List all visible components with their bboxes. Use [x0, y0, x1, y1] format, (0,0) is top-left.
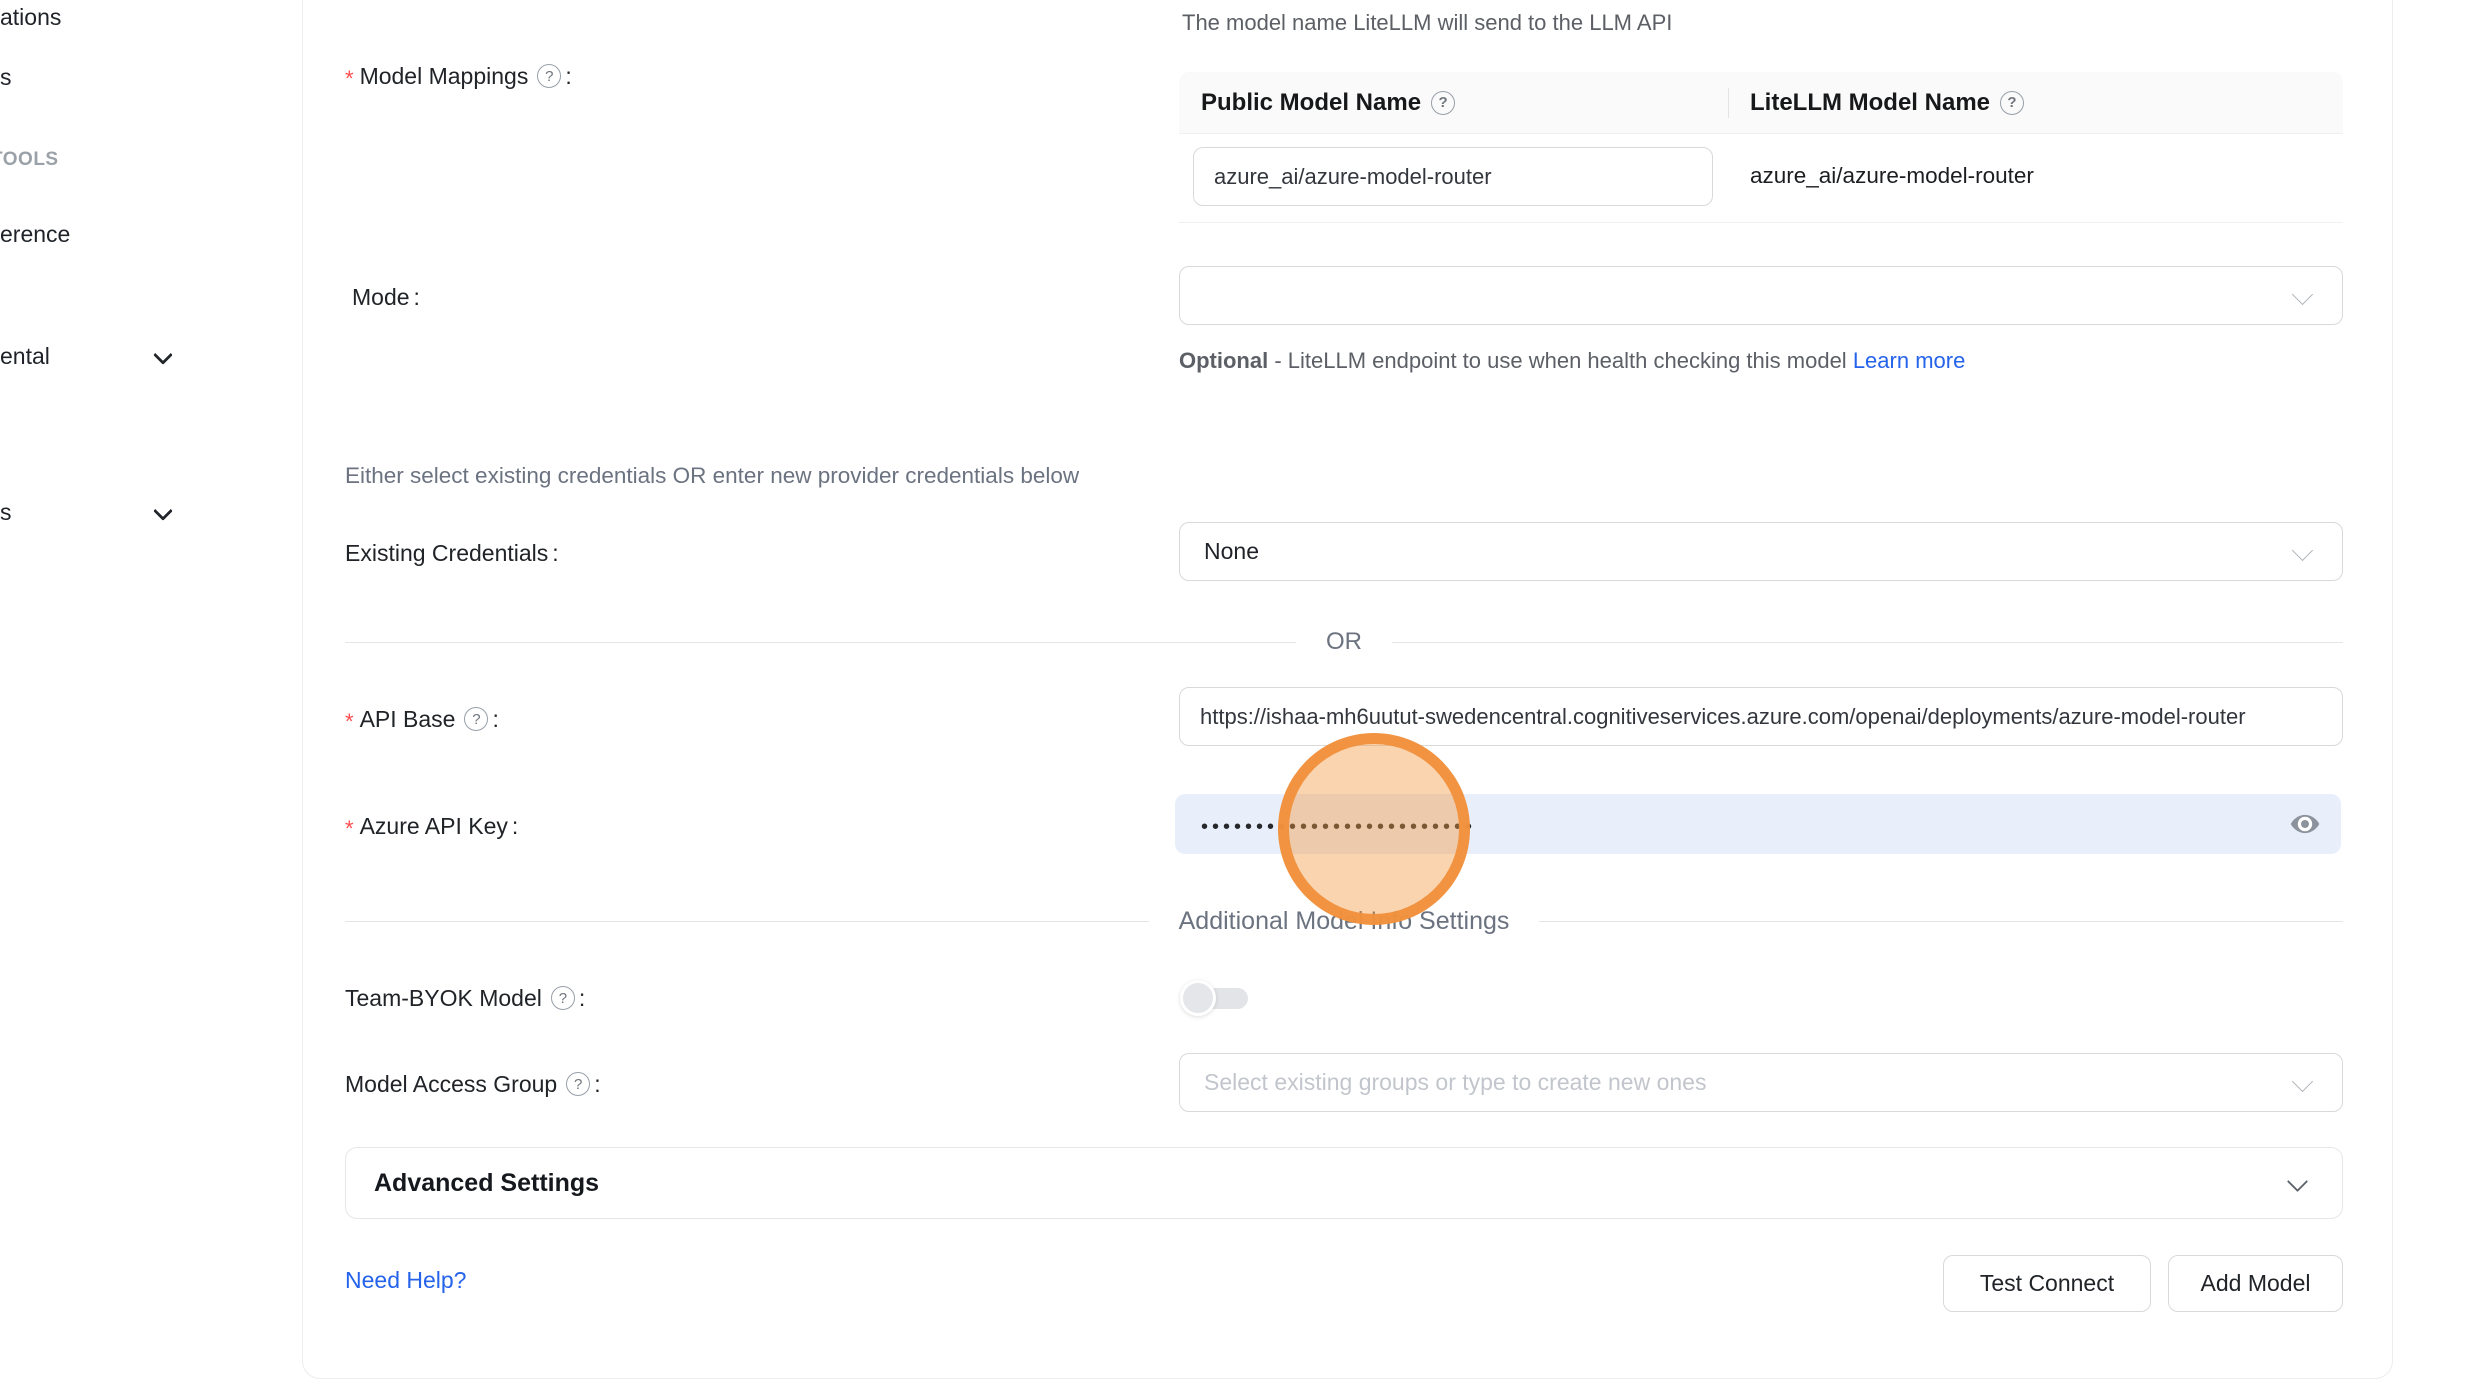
model-mappings-label: * Model Mappings ? : — [345, 60, 572, 92]
chevron-down-icon[interactable] — [155, 348, 171, 364]
mode-label: Mode : — [352, 281, 420, 313]
test-connect-button[interactable]: Test Connect — [1943, 1255, 2151, 1312]
azure-api-key-input[interactable]: ••••••••••••••••••••••••• — [1175, 794, 2341, 854]
azure-api-key-label: * Azure API Key : — [345, 810, 518, 842]
sidebar-item-4[interactable]: ental — [0, 343, 50, 370]
column-header-litellm-model-name: LiteLLM Model Name ? — [1728, 89, 2343, 117]
required-asterisk: * — [345, 62, 354, 90]
chevron-down-icon — [2292, 1074, 2316, 1088]
model-mappings-table: Public Model Name ? LiteLLM Model Name ?… — [1179, 72, 2343, 223]
advanced-settings-title: Advanced Settings — [374, 1169, 2288, 1198]
header-divider — [1728, 88, 1729, 118]
required-asterisk: * — [345, 705, 354, 733]
team-byok-label: Team-BYOK Model ? : — [345, 982, 585, 1014]
eye-icon[interactable] — [2289, 808, 2321, 840]
sidebar-item-3[interactable]: erence — [0, 221, 70, 248]
model-name-hint: The model name LiteLLM will send to the … — [1182, 10, 1672, 36]
model-access-group-select[interactable]: Select existing groups or type to create… — [1179, 1053, 2343, 1112]
sidebar-item-2[interactable]: s — [0, 64, 12, 91]
existing-credentials-select[interactable]: None — [1179, 522, 2343, 581]
help-icon[interactable]: ? — [1431, 91, 1455, 115]
model-access-group-label: Model Access Group ? : — [345, 1068, 601, 1100]
chevron-down-icon — [2288, 1173, 2308, 1193]
public-model-name-input[interactable] — [1193, 147, 1713, 206]
required-asterisk: * — [345, 812, 354, 840]
api-base-input[interactable] — [1179, 687, 2343, 746]
need-help-link[interactable]: Need Help? — [345, 1267, 466, 1294]
access-group-placeholder: Select existing groups or type to create… — [1204, 1069, 1706, 1096]
credentials-note: Either select existing credentials OR en… — [345, 463, 1079, 489]
table-row: azure_ai/azure-model-router — [1179, 134, 2343, 223]
masked-api-key: ••••••••••••••••••••••••• — [1201, 811, 1476, 837]
existing-credentials-label: Existing Credentials : — [345, 537, 559, 569]
additional-settings-divider: Additional Model Info Settings — [345, 901, 2343, 941]
help-icon[interactable]: ? — [566, 1072, 590, 1096]
toggle-thumb — [1180, 980, 1216, 1016]
chevron-down-icon — [2292, 287, 2316, 301]
help-icon[interactable]: ? — [551, 986, 575, 1010]
sidebar-item-5[interactable]: s — [0, 499, 12, 526]
mode-select[interactable] — [1179, 266, 2343, 325]
add-model-button[interactable]: Add Model — [2168, 1255, 2343, 1312]
help-icon[interactable]: ? — [537, 64, 561, 88]
advanced-settings-panel[interactable]: Advanced Settings — [345, 1147, 2343, 1219]
team-byok-toggle[interactable] — [1180, 979, 1250, 1017]
chevron-down-icon[interactable] — [155, 504, 171, 520]
help-icon[interactable]: ? — [464, 707, 488, 731]
sidebar-section-tools: TOOLS — [0, 149, 59, 171]
chevron-down-icon — [2292, 543, 2316, 557]
mode-help-text: Optional - LiteLLM endpoint to use when … — [1179, 341, 1989, 381]
sidebar: ations s TOOLS erence ental s — [0, 0, 302, 1385]
column-header-public-model-name: Public Model Name ? — [1179, 89, 1728, 117]
litellm-model-name-value: azure_ai/azure-model-router — [1750, 163, 2034, 189]
help-icon[interactable]: ? — [2000, 91, 2024, 115]
sidebar-item-1[interactable]: ations — [0, 4, 61, 31]
api-base-label: * API Base ? : — [345, 703, 499, 735]
learn-more-link[interactable]: Learn more — [1853, 348, 1966, 373]
table-header-row: Public Model Name ? LiteLLM Model Name ? — [1179, 72, 2343, 134]
or-divider: OR — [345, 622, 2343, 662]
